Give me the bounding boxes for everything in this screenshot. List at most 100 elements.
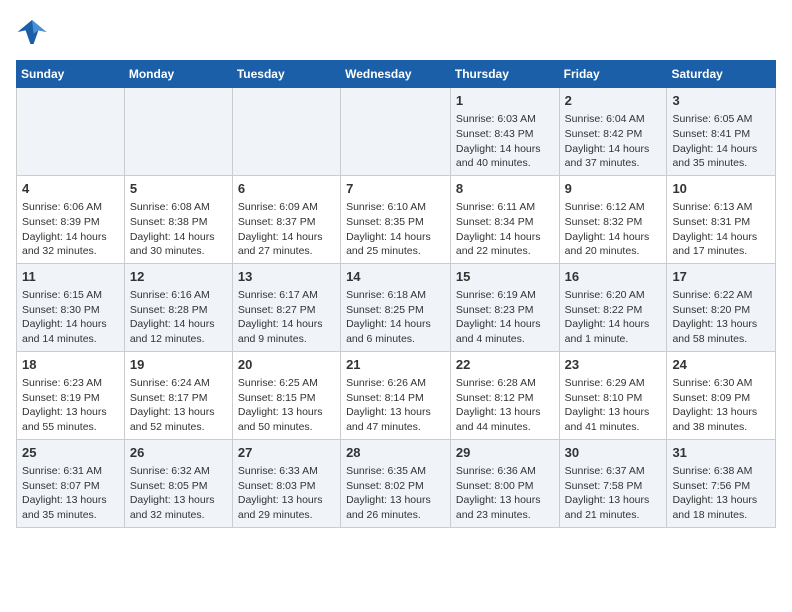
- calendar-cell: 5 Sunrise: 6:08 AM Sunset: 8:38 PM Daylig…: [124, 175, 232, 263]
- day-number: 17: [672, 268, 770, 286]
- day-info: Sunrise: 6:13 AM Sunset: 8:31 PM Dayligh…: [672, 200, 770, 259]
- calendar-week-row: 1 Sunrise: 6:03 AM Sunset: 8:43 PM Daylig…: [17, 88, 776, 176]
- calendar-cell: 3 Sunrise: 6:05 AM Sunset: 8:41 PM Daylig…: [667, 88, 776, 176]
- calendar-cell: 20 Sunrise: 6:25 AM Sunset: 8:15 PM Dayli…: [232, 351, 340, 439]
- day-info: Sunrise: 6:18 AM Sunset: 8:25 PM Dayligh…: [346, 288, 445, 347]
- day-info: Sunrise: 6:37 AM Sunset: 7:58 PM Dayligh…: [565, 464, 662, 523]
- day-number: 26: [130, 444, 227, 462]
- calendar-cell: 31 Sunrise: 6:38 AM Sunset: 7:56 PM Dayli…: [667, 439, 776, 527]
- day-info: Sunrise: 6:03 AM Sunset: 8:43 PM Dayligh…: [456, 112, 554, 171]
- calendar-cell: 23Sunrise: 6:29 AM Sunset: 8:10 PM Dayli…: [559, 351, 667, 439]
- calendar-week-row: 11 Sunrise: 6:15 AM Sunset: 8:30 PM Dayli…: [17, 263, 776, 351]
- day-info: Sunrise: 6:17 AM Sunset: 8:27 PM Dayligh…: [238, 288, 335, 347]
- calendar-cell: 7 Sunrise: 6:10 AM Sunset: 8:35 PM Daylig…: [341, 175, 451, 263]
- day-info: Sunrise: 6:16 AM Sunset: 8:28 PM Dayligh…: [130, 288, 227, 347]
- day-info: Sunrise: 6:31 AM Sunset: 8:07 PM Dayligh…: [22, 464, 119, 523]
- calendar-cell: 10 Sunrise: 6:13 AM Sunset: 8:31 PM Dayli…: [667, 175, 776, 263]
- calendar-cell: 28 Sunrise: 6:35 AM Sunset: 8:02 PM Dayli…: [341, 439, 451, 527]
- calendar-cell: 22Sunrise: 6:28 AM Sunset: 8:12 PM Dayli…: [450, 351, 559, 439]
- day-number: 30: [565, 444, 662, 462]
- day-info: Sunrise: 6:04 AM Sunset: 8:42 PM Dayligh…: [565, 112, 662, 171]
- day-info: Sunrise: 6:12 AM Sunset: 8:32 PM Dayligh…: [565, 200, 662, 259]
- calendar-week-row: 25Sunrise: 6:31 AM Sunset: 8:07 PM Dayli…: [17, 439, 776, 527]
- day-number: 29: [456, 444, 554, 462]
- day-info: Sunrise: 6:09 AM Sunset: 8:37 PM Dayligh…: [238, 200, 335, 259]
- calendar-cell: 14Sunrise: 6:18 AM Sunset: 8:25 PM Dayli…: [341, 263, 451, 351]
- calendar-week-row: 18Sunrise: 6:23 AM Sunset: 8:19 PM Dayli…: [17, 351, 776, 439]
- day-number: 1: [456, 92, 554, 110]
- day-number: 8: [456, 180, 554, 198]
- day-number: 3: [672, 92, 770, 110]
- day-number: 11: [22, 268, 119, 286]
- day-number: 23: [565, 356, 662, 374]
- day-number: 13: [238, 268, 335, 286]
- logo: [16, 16, 52, 48]
- calendar-cell: 4 Sunrise: 6:06 AM Sunset: 8:39 PM Daylig…: [17, 175, 125, 263]
- day-info: Sunrise: 6:08 AM Sunset: 8:38 PM Dayligh…: [130, 200, 227, 259]
- day-info: Sunrise: 6:36 AM Sunset: 8:00 PM Dayligh…: [456, 464, 554, 523]
- calendar-cell: 9 Sunrise: 6:12 AM Sunset: 8:32 PM Daylig…: [559, 175, 667, 263]
- calendar-cell: 15 Sunrise: 6:19 AM Sunset: 8:23 PM Dayli…: [450, 263, 559, 351]
- calendar-cell: 26 Sunrise: 6:32 AM Sunset: 8:05 PM Dayli…: [124, 439, 232, 527]
- calendar-cell: [341, 88, 451, 176]
- day-info: Sunrise: 6:15 AM Sunset: 8:30 PM Dayligh…: [22, 288, 119, 347]
- day-info: Sunrise: 6:23 AM Sunset: 8:19 PM Dayligh…: [22, 376, 119, 435]
- day-info: Sunrise: 6:24 AM Sunset: 8:17 PM Dayligh…: [130, 376, 227, 435]
- calendar-header-row: SundayMondayTuesdayWednesdayThursdayFrid…: [17, 61, 776, 88]
- day-info: Sunrise: 6:26 AM Sunset: 8:14 PM Dayligh…: [346, 376, 445, 435]
- day-number: 19: [130, 356, 227, 374]
- day-info: Sunrise: 6:06 AM Sunset: 8:39 PM Dayligh…: [22, 200, 119, 259]
- day-of-week-header: Thursday: [450, 61, 559, 88]
- calendar-cell: 21 Sunrise: 6:26 AM Sunset: 8:14 PM Dayli…: [341, 351, 451, 439]
- day-number: 4: [22, 180, 119, 198]
- day-of-week-header: Wednesday: [341, 61, 451, 88]
- day-info: Sunrise: 6:20 AM Sunset: 8:22 PM Dayligh…: [565, 288, 662, 347]
- calendar-cell: 29 Sunrise: 6:36 AM Sunset: 8:00 PM Dayli…: [450, 439, 559, 527]
- day-number: 5: [130, 180, 227, 198]
- calendar-cell: 6Sunrise: 6:09 AM Sunset: 8:37 PM Daylig…: [232, 175, 340, 263]
- day-number: 22: [456, 356, 554, 374]
- day-info: Sunrise: 6:33 AM Sunset: 8:03 PM Dayligh…: [238, 464, 335, 523]
- day-info: Sunrise: 6:22 AM Sunset: 8:20 PM Dayligh…: [672, 288, 770, 347]
- calendar-cell: [17, 88, 125, 176]
- day-number: 21: [346, 356, 445, 374]
- day-info: Sunrise: 6:25 AM Sunset: 8:15 PM Dayligh…: [238, 376, 335, 435]
- day-info: Sunrise: 6:05 AM Sunset: 8:41 PM Dayligh…: [672, 112, 770, 171]
- day-number: 7: [346, 180, 445, 198]
- calendar-cell: [232, 88, 340, 176]
- day-of-week-header: Tuesday: [232, 61, 340, 88]
- day-number: 16: [565, 268, 662, 286]
- day-info: Sunrise: 6:10 AM Sunset: 8:35 PM Dayligh…: [346, 200, 445, 259]
- calendar-cell: 18Sunrise: 6:23 AM Sunset: 8:19 PM Dayli…: [17, 351, 125, 439]
- day-info: Sunrise: 6:35 AM Sunset: 8:02 PM Dayligh…: [346, 464, 445, 523]
- calendar-cell: 24 Sunrise: 6:30 AM Sunset: 8:09 PM Dayli…: [667, 351, 776, 439]
- day-number: 24: [672, 356, 770, 374]
- day-of-week-header: Friday: [559, 61, 667, 88]
- calendar-cell: 16 Sunrise: 6:20 AM Sunset: 8:22 PM Dayli…: [559, 263, 667, 351]
- calendar-cell: [124, 88, 232, 176]
- day-number: 2: [565, 92, 662, 110]
- day-info: Sunrise: 6:30 AM Sunset: 8:09 PM Dayligh…: [672, 376, 770, 435]
- day-number: 10: [672, 180, 770, 198]
- calendar-cell: 25Sunrise: 6:31 AM Sunset: 8:07 PM Dayli…: [17, 439, 125, 527]
- calendar-cell: 27 Sunrise: 6:33 AM Sunset: 8:03 PM Dayli…: [232, 439, 340, 527]
- day-number: 15: [456, 268, 554, 286]
- day-info: Sunrise: 6:19 AM Sunset: 8:23 PM Dayligh…: [456, 288, 554, 347]
- calendar-cell: 13 Sunrise: 6:17 AM Sunset: 8:27 PM Dayli…: [232, 263, 340, 351]
- day-info: Sunrise: 6:11 AM Sunset: 8:34 PM Dayligh…: [456, 200, 554, 259]
- day-info: Sunrise: 6:32 AM Sunset: 8:05 PM Dayligh…: [130, 464, 227, 523]
- day-number: 9: [565, 180, 662, 198]
- day-of-week-header: Monday: [124, 61, 232, 88]
- day-info: Sunrise: 6:38 AM Sunset: 7:56 PM Dayligh…: [672, 464, 770, 523]
- day-number: 28: [346, 444, 445, 462]
- day-number: 31: [672, 444, 770, 462]
- calendar-cell: 30 Sunrise: 6:37 AM Sunset: 7:58 PM Dayli…: [559, 439, 667, 527]
- day-number: 27: [238, 444, 335, 462]
- day-of-week-header: Saturday: [667, 61, 776, 88]
- calendar-cell: 2 Sunrise: 6:04 AM Sunset: 8:42 PM Daylig…: [559, 88, 667, 176]
- day-number: 20: [238, 356, 335, 374]
- page-header: [16, 16, 776, 48]
- calendar-cell: 1 Sunrise: 6:03 AM Sunset: 8:43 PM Daylig…: [450, 88, 559, 176]
- calendar-cell: 12 Sunrise: 6:16 AM Sunset: 8:28 PM Dayli…: [124, 263, 232, 351]
- day-number: 12: [130, 268, 227, 286]
